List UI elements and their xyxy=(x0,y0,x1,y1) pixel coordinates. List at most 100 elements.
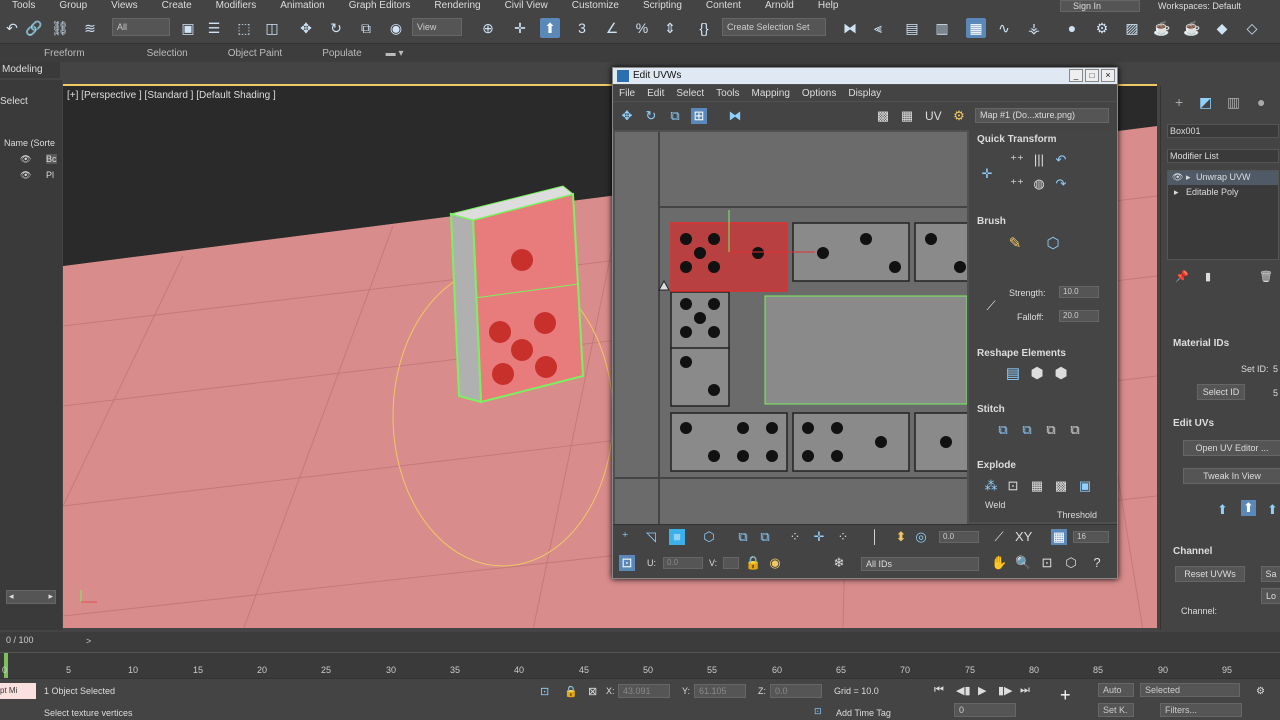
uvw-menu-display[interactable]: Display xyxy=(842,88,887,99)
explode-rollout[interactable]: Explode xyxy=(977,460,1016,471)
load-button[interactable]: Lo xyxy=(1261,588,1280,604)
scale-icon[interactable]: ⧉ xyxy=(356,18,376,38)
modifier-list-dropdown[interactable]: Modifier List xyxy=(1167,149,1279,163)
break-icon[interactable]: ⁂ xyxy=(983,478,999,494)
relax-brush-icon[interactable]: ⬡ xyxy=(1045,236,1061,252)
zoom-icon[interactable]: 🔍 xyxy=(1015,555,1031,571)
select-element-icon[interactable]: ⬡ xyxy=(701,529,717,545)
menu-help[interactable]: Help xyxy=(806,0,851,12)
next-frame-icon[interactable]: > xyxy=(86,636,91,646)
grid-size-spinner[interactable]: 16 xyxy=(1073,531,1109,543)
explorer-scrollbar[interactable]: ◂ ▸ xyxy=(6,590,56,604)
current-frame-field[interactable]: 0 xyxy=(954,703,1016,717)
render-iterative-icon[interactable]: ☕ xyxy=(1182,18,1202,38)
percent-snap-icon[interactable]: % xyxy=(632,18,652,38)
material-ids-rollout[interactable]: Material IDs xyxy=(1173,338,1229,349)
pan-icon[interactable]: ✋ xyxy=(991,555,1007,571)
tab-freeform[interactable]: Freeform xyxy=(0,48,105,59)
angle-snap-icon[interactable]: ∠ xyxy=(602,18,622,38)
select-id-value[interactable]: 5 xyxy=(1273,388,1278,398)
maximize-icon[interactable]: □ xyxy=(1085,69,1099,82)
minimize-icon[interactable]: _ xyxy=(1069,69,1083,82)
detach-icon[interactable]: ⊡ xyxy=(1005,478,1021,494)
bind-space-warp-icon[interactable]: ≋ xyxy=(80,18,100,38)
v-field[interactable] xyxy=(723,557,739,569)
texture-map-select[interactable]: Map #1 (Do...xture.png) xyxy=(975,108,1109,123)
arnold-render-icon[interactable]: ◇ xyxy=(1242,18,1262,38)
material-id-filter-select[interactable]: All IDs xyxy=(861,557,979,571)
z-coordinate-field[interactable]: 0.0 xyxy=(770,684,822,698)
channel-rollout[interactable]: Channel xyxy=(1173,546,1212,557)
create-tab-icon[interactable]: + xyxy=(1175,94,1183,110)
absolute-mode-icon[interactable]: ⊠ xyxy=(588,685,597,698)
isolate-selection-icon[interactable]: ⊡ xyxy=(540,685,549,698)
stitch-source-icon[interactable]: ⧉ xyxy=(1043,422,1059,438)
go-to-end-icon[interactable]: ⏭ xyxy=(1020,684,1030,697)
scene-explorer-icon[interactable]: ▤ xyxy=(902,18,922,38)
curve-editor-icon[interactable]: ∿ xyxy=(994,18,1014,38)
ring-shrink-icon[interactable]: ⁘ xyxy=(835,529,851,545)
falloff-spinner[interactable]: 20.0 xyxy=(1059,310,1099,322)
uvw-menu-options[interactable]: Options xyxy=(796,88,842,99)
show-hidden-icon[interactable]: ◉ xyxy=(767,555,783,571)
rendered-frame-window-icon[interactable]: ▨ xyxy=(1122,18,1142,38)
paint-select-icon[interactable]: │ xyxy=(867,529,883,545)
quick-transform-rollout[interactable]: Quick Transform xyxy=(977,134,1056,145)
rotate-icon[interactable]: ↻ xyxy=(326,18,346,38)
add-time-tag[interactable]: Add Time Tag xyxy=(836,708,891,718)
edit-uvs-rollout[interactable]: Edit UVs xyxy=(1173,418,1214,429)
expand-icon[interactable]: ▸ xyxy=(1174,187,1179,198)
show-end-result-icon[interactable]: ▮ xyxy=(1205,270,1211,283)
remove-modifier-icon[interactable]: 🗑 xyxy=(1259,270,1273,283)
link-icon[interactable]: 🔗 xyxy=(24,18,44,38)
select-mode-icon[interactable]: ⬆ xyxy=(1217,502,1228,518)
uv-canvas[interactable] xyxy=(615,132,967,524)
pivot-icon[interactable]: ✛ xyxy=(979,166,995,182)
render-production-icon[interactable]: ☕ xyxy=(1152,18,1172,38)
arnold-icon[interactable]: ◆ xyxy=(1212,18,1232,38)
name-column-header[interactable]: Name (Sorte xyxy=(4,138,55,148)
help-icon[interactable]: ? xyxy=(1089,555,1105,571)
visibility-icon[interactable]: 👁 xyxy=(20,154,31,165)
stack-item-editable-poly[interactable]: ▸ Editable Poly xyxy=(1168,186,1278,200)
rotate-icon[interactable]: ↻ xyxy=(643,108,659,124)
maxscript-mini-listener[interactable]: pt Mi xyxy=(0,683,36,699)
menu-graph-editors[interactable]: Graph Editors xyxy=(337,0,423,12)
tab-selection[interactable]: Selection xyxy=(105,48,208,59)
stack-item-unwrap-uvw[interactable]: 👁 ▸ Unwrap UVW xyxy=(1168,171,1278,185)
edit-uvws-title-bar[interactable]: Edit UVWs _ □ × xyxy=(613,68,1117,84)
object-name-field[interactable]: Box001 xyxy=(1167,124,1279,138)
motion-tab-icon[interactable]: ● xyxy=(1257,94,1265,110)
align-vertical-icon[interactable]: ||| xyxy=(1031,152,1047,168)
straighten-selection-icon[interactable]: ▤ xyxy=(1005,366,1021,382)
toggle-ribbon-icon[interactable]: ▦ xyxy=(966,18,986,38)
rotate-cw-icon[interactable]: ↷ xyxy=(1053,176,1069,192)
show-map-icon[interactable]: ▦ xyxy=(899,108,915,124)
named-selection-set-select[interactable]: Create Selection Set xyxy=(722,18,826,36)
brush-rollout[interactable]: Brush xyxy=(977,216,1006,227)
grow-selection-icon[interactable]: ⧉ xyxy=(735,529,751,545)
expand-icon[interactable]: ▸ xyxy=(1186,172,1191,183)
y-coordinate-field[interactable]: 61.105 xyxy=(694,684,746,698)
time-slider[interactable]: 0 / 100 xyxy=(6,635,34,645)
menu-animation[interactable]: Animation xyxy=(268,0,336,12)
modeling-tab[interactable]: Modeling xyxy=(0,62,60,78)
domino-face[interactable] xyxy=(471,192,585,404)
checker-icon[interactable]: ▩ xyxy=(875,108,891,124)
menu-tools[interactable]: Tools xyxy=(0,0,47,12)
lock-icon[interactable]: 🔒 xyxy=(745,555,761,571)
mirror-icon[interactable]: ⧓ xyxy=(727,108,743,124)
falloff-curve-icon[interactable]: ⟋ xyxy=(983,298,999,314)
spinner-snap-icon[interactable]: ⇕ xyxy=(660,18,680,38)
menu-civil-view[interactable]: Civil View xyxy=(493,0,560,12)
selection-lock-icon[interactable]: 🔒 xyxy=(564,685,578,698)
unlink-icon[interactable]: ⛓ xyxy=(50,18,70,38)
scroll-left-icon[interactable]: ◂ xyxy=(9,591,14,602)
schematic-view-icon[interactable]: ⚶ xyxy=(1024,18,1044,38)
freeform-icon[interactable]: ⊞ xyxy=(691,108,707,124)
rotate-ccw-icon[interactable]: ↶ xyxy=(1053,152,1069,168)
align-icon[interactable]: ⫷ xyxy=(868,18,888,38)
layer-explorer-icon[interactable]: ▥ xyxy=(932,18,952,38)
window-crossing-icon[interactable]: ◫ xyxy=(262,18,282,38)
render-setup-icon[interactable]: ⚙ xyxy=(1092,18,1112,38)
